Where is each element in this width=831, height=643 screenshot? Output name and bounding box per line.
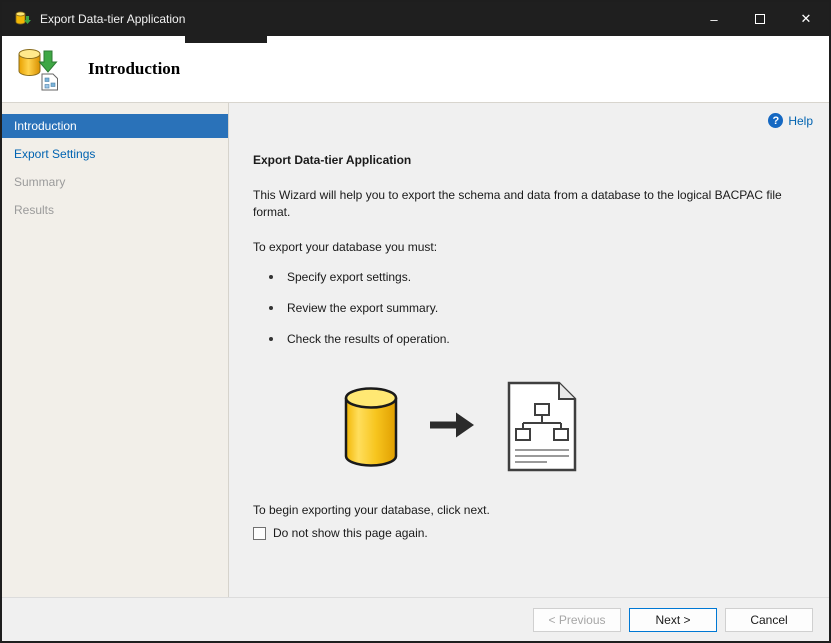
database-export-icon [16,46,62,92]
list-item: Check the results of operation. [253,332,805,346]
titlebar-artifact [185,36,267,43]
previous-button[interactable]: < Previous [533,607,621,632]
next-button[interactable]: Next > [629,607,717,632]
sidebar-item-summary: Summary [14,175,66,189]
cancel-button[interactable]: Cancel [725,607,813,632]
arrow-right-icon [430,412,474,441]
requirements-list: Specify export settings. Review the expo… [253,270,805,346]
bacpac-file-icon [505,380,579,473]
intro-text: This Wizard will help you to export the … [253,188,782,219]
content-heading: Export Data-tier Application [253,153,412,167]
list-item: Review the export summary. [253,301,805,315]
sidebar-item-introduction[interactable]: Introduction [2,114,228,138]
steps-sidebar: Introduction Export Settings Summary Res… [2,103,229,597]
dont-show-row: Do not show this page again. [253,526,805,540]
bullet-text: Review the export summary. [287,301,439,315]
export-wizard-window: Export Data-tier Application – ✕ Introdu… [0,0,831,643]
window-title: Export Data-tier Application [40,12,186,26]
database-cylinder-icon [343,386,399,468]
bullet-text: Specify export settings. [287,270,412,284]
export-illustration [343,380,805,473]
app-icon [14,10,32,28]
close-button[interactable]: ✕ [783,2,829,36]
content-panel: ? Help Export Data-tier Application This… [229,103,829,597]
bullet-dot-icon [269,275,273,279]
maximize-icon [755,14,765,24]
bullet-dot-icon [269,306,273,310]
list-item: Specify export settings. [253,270,805,284]
dont-show-label: Do not show this page again. [273,526,428,540]
sidebar-item-results: Results [14,203,55,217]
wizard-header: Introduction [2,36,829,102]
sidebar-item-export-settings[interactable]: Export Settings [2,142,228,166]
footer-bar: < Previous Next > Cancel [2,597,829,641]
dont-show-checkbox[interactable] [253,526,266,540]
begin-text: To begin exporting your database, click … [253,503,490,517]
maximize-button[interactable] [737,2,783,36]
bullet-text: Check the results of operation. [287,332,450,346]
page-title: Introduction [88,59,181,78]
requirements-label: To export your database you must: [253,240,438,254]
titlebar: Export Data-tier Application – ✕ [2,2,829,36]
minimize-button[interactable]: – [691,2,737,36]
help-icon: ? [768,113,784,128]
bullet-dot-icon [269,337,273,341]
wizard-body: Introduction Export Settings Summary Res… [2,102,829,597]
help-row: ? Help [768,113,813,128]
window-controls: – ✕ [691,2,829,36]
help-link[interactable]: Help [788,114,813,128]
